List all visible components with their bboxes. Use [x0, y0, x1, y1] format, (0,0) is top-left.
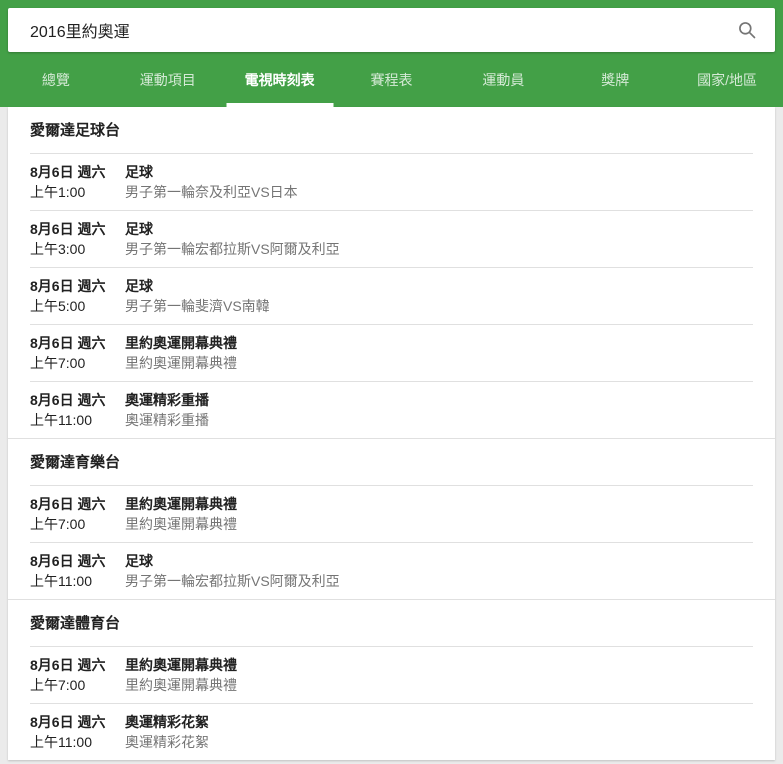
row-time: 上午1:00 — [30, 184, 86, 200]
schedule-row: 8月6日 週六 上午11:00 奧運精彩重播 奧運精彩重播 — [8, 382, 775, 438]
row-program: 足球 男子第一輪宏都拉斯VS阿爾及利亞 — [125, 219, 753, 259]
tab-tv-schedule[interactable]: 電視時刻表 — [224, 52, 336, 107]
schedule-row: 8月6日 週六 上午7:00 里約奧運開幕典禮 里約奧運開幕典禮 — [8, 647, 775, 703]
program-title: 里約奧運開幕典禮 — [125, 496, 237, 512]
row-datetime: 8月6日 週六 上午7:00 — [30, 655, 125, 695]
program-subtitle: 奧運精彩花絮 — [125, 734, 209, 750]
row-program: 里約奧運開幕典禮 里約奧運開幕典禮 — [125, 655, 753, 695]
row-program: 足球 男子第一輪奈及利亞VS日本 — [125, 162, 753, 202]
tab-label: 總覽 — [41, 71, 70, 88]
tab-label: 獎牌 — [601, 71, 630, 88]
row-datetime: 8月6日 週六 上午7:00 — [30, 333, 125, 373]
active-tab-indicator — [226, 103, 334, 107]
row-time: 上午11:00 — [30, 412, 92, 428]
row-datetime: 8月6日 週六 上午7:00 — [30, 494, 125, 534]
tab-label: 國家/地區 — [697, 71, 758, 88]
schedule-row: 8月6日 週六 上午11:00 足球 男子第一輪宏都拉斯VS阿爾及利亞 — [8, 543, 775, 599]
tab-bar: 總覽 運動項目 電視時刻表 賽程表 運動員 獎牌 國家/地區 — [0, 52, 783, 107]
schedule-row: 8月6日 週六 上午3:00 足球 男子第一輪宏都拉斯VS阿爾及利亞 — [8, 211, 775, 267]
row-program: 里約奧運開幕典禮 里約奧運開幕典禮 — [125, 494, 753, 534]
search-icon — [739, 22, 756, 39]
channel-section-elta-football: 愛爾達足球台 8月6日 週六 上午1:00 足球 男子第一輪奈及利亞VS日本 8… — [8, 107, 775, 438]
tab-medals[interactable]: 獎牌 — [559, 52, 671, 107]
schedule-row: 8月6日 週六 上午7:00 里約奧運開幕典禮 里約奧運開幕典禮 — [8, 325, 775, 381]
row-time: 上午7:00 — [30, 355, 86, 371]
row-datetime: 8月6日 週六 上午11:00 — [30, 390, 125, 430]
row-program: 足球 男子第一輪斐濟VS南韓 — [125, 276, 753, 316]
program-subtitle: 男子第一輪奈及利亞VS日本 — [125, 184, 298, 200]
row-date: 8月6日 週六 — [30, 221, 106, 237]
row-program: 里約奧運開幕典禮 里約奧運開幕典禮 — [125, 333, 753, 373]
program-title: 足球 — [125, 553, 153, 569]
program-title: 足球 — [125, 278, 153, 294]
row-datetime: 8月6日 週六 上午5:00 — [30, 276, 125, 316]
search-input[interactable]: 2016里約奧運 — [30, 18, 735, 42]
tab-label: 賽程表 — [370, 71, 413, 88]
search-bar[interactable]: 2016里約奧運 — [8, 8, 775, 52]
row-date: 8月6日 週六 — [30, 278, 106, 294]
row-date: 8月6日 週六 — [30, 392, 106, 408]
tab-sports[interactable]: 運動項目 — [112, 52, 224, 107]
row-time: 上午7:00 — [30, 677, 86, 693]
channel-section-elta-variety: 愛爾達育樂台 8月6日 週六 上午7:00 里約奧運開幕典禮 里約奧運開幕典禮 … — [8, 438, 775, 599]
tab-label: 運動員 — [482, 71, 525, 88]
row-date: 8月6日 週六 — [30, 553, 106, 569]
row-time: 上午7:00 — [30, 516, 86, 532]
program-subtitle: 里約奧運開幕典禮 — [125, 677, 237, 693]
channel-title: 愛爾達育樂台 — [30, 454, 121, 471]
tab-label: 運動項目 — [139, 71, 196, 88]
program-title: 里約奧運開幕典禮 — [125, 335, 237, 351]
row-program: 足球 男子第一輪宏都拉斯VS阿爾及利亞 — [125, 551, 753, 591]
row-date: 8月6日 週六 — [30, 335, 106, 351]
row-time: 上午5:00 — [30, 298, 86, 314]
row-time: 上午3:00 — [30, 241, 86, 257]
schedule-row: 8月6日 週六 上午5:00 足球 男子第一輪斐濟VS南韓 — [8, 268, 775, 324]
tab-countries[interactable]: 國家/地區 — [671, 52, 783, 107]
row-date: 8月6日 週六 — [30, 657, 106, 673]
program-subtitle: 男子第一輪宏都拉斯VS阿爾及利亞 — [125, 573, 340, 589]
channel-section-elta-sports: 愛爾達體育台 8月6日 週六 上午7:00 里約奧運開幕典禮 里約奧運開幕典禮 … — [8, 599, 775, 760]
program-title: 奧運精彩重播 — [125, 392, 209, 408]
program-title: 奧運精彩花絮 — [125, 714, 209, 730]
search-button[interactable] — [735, 18, 759, 42]
row-program: 奧運精彩重播 奧運精彩重播 — [125, 390, 753, 430]
row-date: 8月6日 週六 — [30, 496, 106, 512]
program-title: 里約奧運開幕典禮 — [125, 657, 237, 673]
program-subtitle: 奧運精彩重播 — [125, 412, 209, 428]
schedule-row: 8月6日 週六 上午1:00 足球 男子第一輪奈及利亞VS日本 — [8, 154, 775, 210]
program-subtitle: 男子第一輪宏都拉斯VS阿爾及利亞 — [125, 241, 340, 257]
tab-overview[interactable]: 總覽 — [0, 52, 112, 107]
row-datetime: 8月6日 週六 上午3:00 — [30, 219, 125, 259]
program-title: 足球 — [125, 221, 153, 237]
tab-event-schedule[interactable]: 賽程表 — [336, 52, 448, 107]
program-subtitle: 男子第一輪斐濟VS南韓 — [125, 298, 270, 314]
row-datetime: 8月6日 週六 上午1:00 — [30, 162, 125, 202]
row-datetime: 8月6日 週六 上午11:00 — [30, 551, 125, 591]
program-subtitle: 里約奧運開幕典禮 — [125, 516, 237, 532]
channel-title: 愛爾達足球台 — [30, 122, 121, 139]
tab-athletes[interactable]: 運動員 — [447, 52, 559, 107]
schedule-row: 8月6日 週六 上午7:00 里約奧運開幕典禮 里約奧運開幕典禮 — [8, 486, 775, 542]
row-time: 上午11:00 — [30, 734, 92, 750]
schedule-row: 8月6日 週六 上午11:00 奧運精彩花絮 奧運精彩花絮 — [8, 704, 775, 760]
row-date: 8月6日 週六 — [30, 714, 106, 730]
row-date: 8月6日 週六 — [30, 164, 106, 180]
row-program: 奧運精彩花絮 奧運精彩花絮 — [125, 712, 753, 752]
tab-label: 電視時刻表 — [244, 71, 315, 88]
row-datetime: 8月6日 週六 上午11:00 — [30, 712, 125, 752]
program-title: 足球 — [125, 164, 153, 180]
channel-title: 愛爾達體育台 — [30, 615, 121, 632]
row-time: 上午11:00 — [30, 573, 92, 589]
olympics-header: 2016里約奧運 總覽 運動項目 電視時刻表 賽程表 運動員 獎牌 國家/地區 — [0, 0, 783, 107]
program-subtitle: 里約奧運開幕典禮 — [125, 355, 237, 371]
tv-schedule-card: 愛爾達足球台 8月6日 週六 上午1:00 足球 男子第一輪奈及利亞VS日本 8… — [8, 107, 775, 760]
